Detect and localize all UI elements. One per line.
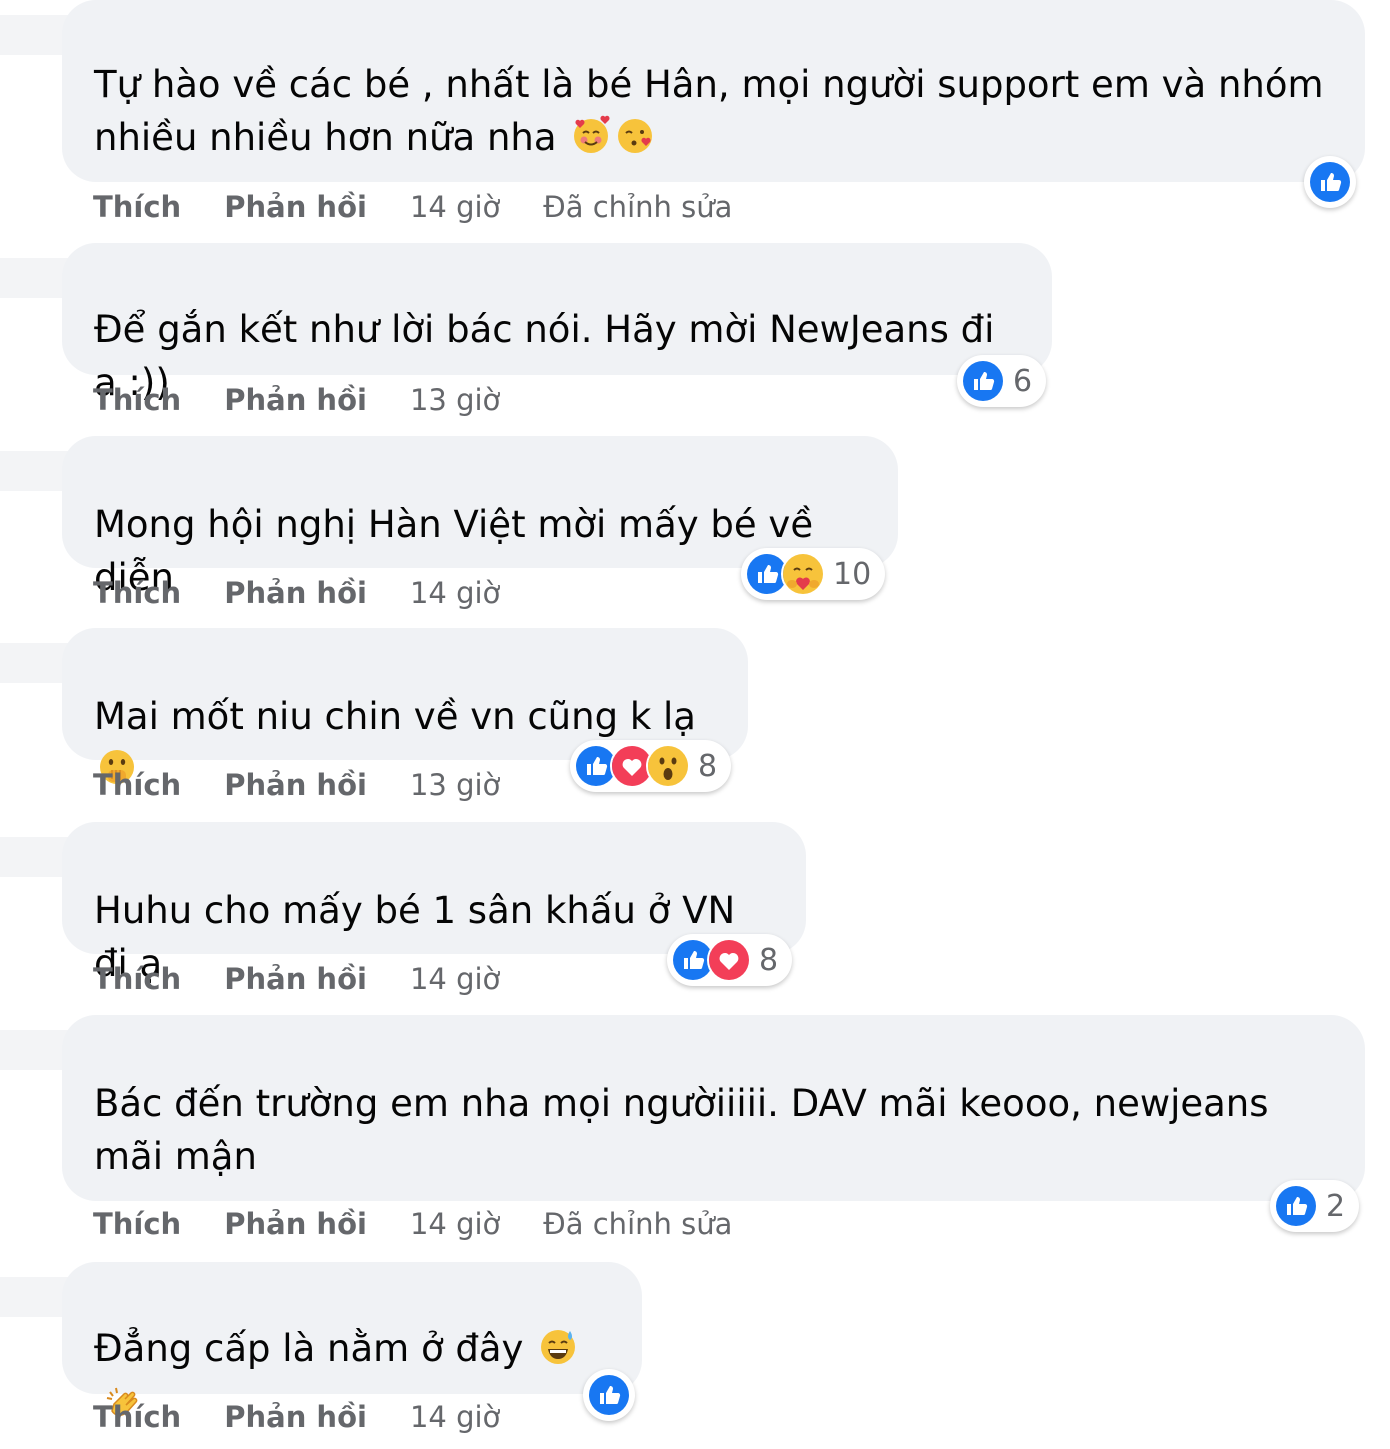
reply-link[interactable]: Phản hồi	[224, 383, 367, 417]
reply-link[interactable]: Phản hồi	[224, 768, 367, 802]
comment-bubble: Bác đến trường em nha mọi ngườiiiii. DAV…	[62, 1015, 1365, 1201]
reactions-summary[interactable]: 8	[667, 934, 793, 986]
like-reaction-icon	[1274, 1184, 1318, 1228]
comment-actions: Thích Phản hồi 14 giờ	[93, 962, 543, 996]
timestamp-link[interactable]: 13 giờ	[410, 768, 500, 802]
comment-actions: Thích Phản hồi 14 giờ Đã chỉnh sửa	[93, 190, 732, 224]
comment-bubble: Để gắn kết như lời bác nói. Hãy mời NewJ…	[62, 243, 1052, 404]
comment-actions: Thích Phản hồi 14 giờ Đã chỉnh sửa	[93, 1207, 732, 1241]
comment-actions: Thích Phản hồi 13 giờ	[93, 383, 543, 417]
timestamp-link[interactable]: 14 giờ	[410, 576, 500, 610]
reply-link[interactable]: Phản hồi	[224, 1207, 367, 1241]
like-reaction-icon	[587, 1373, 631, 1417]
like-link[interactable]: Thích	[93, 1400, 181, 1434]
like-link[interactable]: Thích	[93, 383, 181, 417]
comment-actions: Thích Phản hồi 14 giờ	[93, 1400, 543, 1434]
wow-reaction-icon	[646, 744, 690, 788]
reaction-count: 10	[833, 556, 872, 592]
reactions-summary[interactable]: 2	[1270, 1180, 1360, 1232]
reaction-count: 8	[759, 942, 779, 978]
reply-link[interactable]: Phản hồi	[224, 962, 367, 996]
reply-link[interactable]: Phản hồi	[224, 576, 367, 610]
timestamp-link[interactable]: 14 giờ	[410, 1400, 500, 1434]
care-reaction-icon	[781, 552, 825, 596]
like-link[interactable]: Thích	[93, 190, 181, 224]
edited-label[interactable]: Đã chỉnh sửa	[543, 1207, 732, 1241]
reply-link[interactable]: Phản hồi	[224, 1400, 367, 1434]
reactions-summary[interactable]	[1304, 156, 1356, 208]
reply-link[interactable]: Phản hồi	[224, 190, 367, 224]
reactions-summary[interactable]: 6	[957, 355, 1047, 407]
comment-text: Bác đến trường em nha mọi ngườiiiii. DAV…	[94, 1082, 1269, 1178]
comment-bubble: Tự hào về các bé , nhất là bé Hân, mọi n…	[62, 0, 1365, 182]
face-blowing-kiss-icon	[614, 114, 656, 170]
timestamp-link[interactable]: 14 giờ	[410, 1207, 500, 1241]
reaction-count: 2	[1326, 1188, 1346, 1224]
timestamp-link[interactable]: 14 giờ	[410, 962, 500, 996]
comment-text: Đẳng cấp là nằm ở đây	[94, 1327, 524, 1370]
like-link[interactable]: Thích	[93, 962, 181, 996]
grinning-sweat-face-icon	[537, 1325, 579, 1381]
love-reaction-icon	[707, 938, 751, 982]
reactions-summary[interactable]: 8	[570, 740, 732, 792]
comment-text: Tự hào về các bé , nhất là bé Hân, mọi n…	[94, 63, 1324, 159]
timestamp-link[interactable]: 14 giờ	[410, 190, 500, 224]
like-reaction-icon	[1308, 160, 1352, 204]
reaction-count: 8	[698, 748, 718, 784]
comment-text: Mai mốt niu chin về vn cũng k lạ	[94, 695, 696, 738]
like-reaction-icon	[961, 359, 1005, 403]
comment-actions: Thích Phản hồi 14 giờ	[93, 576, 543, 610]
comment-bubble: Đẳng cấp là nằm ở đây	[62, 1262, 642, 1416]
like-link[interactable]: Thích	[93, 768, 181, 802]
comment-actions: Thích Phản hồi 13 giờ	[93, 768, 543, 802]
reactions-summary[interactable]: 10	[741, 548, 886, 600]
like-link[interactable]: Thích	[93, 1207, 181, 1241]
smiling-face-with-hearts-icon	[570, 114, 612, 170]
reactions-summary[interactable]	[583, 1369, 635, 1421]
like-link[interactable]: Thích	[93, 576, 181, 610]
timestamp-link[interactable]: 13 giờ	[410, 383, 500, 417]
reaction-count: 6	[1013, 363, 1033, 399]
edited-label[interactable]: Đã chỉnh sửa	[543, 190, 732, 224]
